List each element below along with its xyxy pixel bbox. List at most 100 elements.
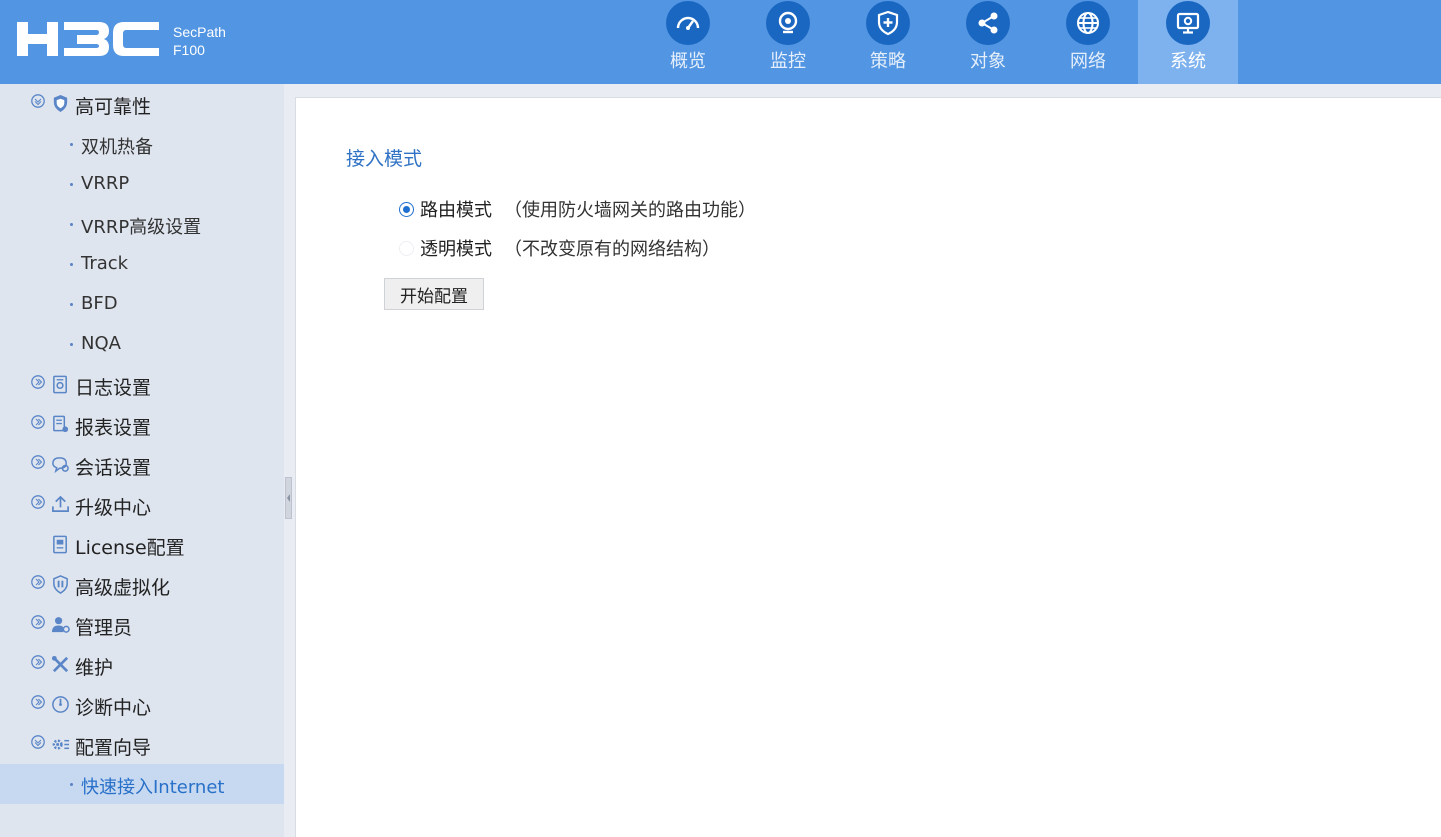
sidebar-item-label: 升级中心 (75, 497, 152, 519)
sidebar-item-diagnostic-center[interactable]: 诊断中心 (0, 685, 284, 725)
wizard-gear-icon (52, 739, 70, 750)
session-settings-icon (52, 457, 69, 474)
admin-icon (51, 617, 70, 633)
sidebar-item-maintenance[interactable]: 维护 (0, 645, 284, 685)
collapse-handle[interactable] (285, 477, 292, 519)
nav-object[interactable]: 对象 (938, 0, 1038, 84)
transparent-mode-radio[interactable] (399, 240, 414, 256)
route-mode-desc: （使用防火墙网关的路由功能） (504, 200, 756, 221)
sidebar-item-label: VRRP高级设置 (81, 217, 202, 238)
sidebar-item-config-wizard[interactable]: 配置向导 (0, 725, 284, 765)
sidebar-item-admin[interactable]: 管理员 (0, 605, 284, 645)
sidebar-item-label: 配置向导 (75, 737, 152, 759)
sidebar-item-label: 会话设置 (75, 457, 152, 479)
transparent-mode-desc: （不改变原有的网络结构） (504, 239, 720, 260)
collapse-icon[interactable] (31, 94, 45, 108)
upload-icon (52, 495, 69, 513)
nav-overview-label: 概览 (670, 51, 706, 72)
sidebar-item-upgrade-center[interactable]: 升级中心 (0, 485, 284, 525)
bullet-icon (70, 223, 73, 226)
nav-network-label: 网络 (1070, 51, 1106, 72)
share-icon (966, 1, 1010, 45)
expand-icon[interactable] (31, 615, 45, 629)
sidebar-item-label: Track (81, 253, 129, 274)
camera-icon (766, 1, 810, 45)
dashboard-icon (666, 1, 710, 45)
sidebar-item-label: 报表设置 (75, 417, 152, 439)
nav-system-label: 系统 (1170, 51, 1206, 72)
route-mode-label: 路由模式 (420, 200, 492, 221)
sidebar-item-hot-standby[interactable]: 双机热备 (0, 124, 284, 164)
product-line-1: SecPath (173, 24, 226, 40)
sidebar-item-label: BFD (81, 293, 118, 314)
sidebar-item-label: 双机热备 (81, 137, 153, 158)
main-nav: 概览 监控 策略 对象 网络 系统 (638, 0, 1238, 84)
sidebar-item-label: 高可靠性 (75, 96, 152, 118)
nav-policy-label: 策略 (870, 51, 906, 72)
tools-icon (51, 655, 69, 673)
bullet-icon (70, 303, 73, 306)
bullet-icon (70, 143, 73, 146)
sidebar-item-label: License配置 (75, 537, 185, 559)
virtualization-icon (53, 575, 68, 594)
product-name: SecPath F100 (173, 23, 226, 59)
sidebar-item-label: 高级虚拟化 (75, 577, 171, 599)
section-title: 接入模式 (346, 148, 423, 170)
bullet-icon (70, 183, 73, 186)
h3c-logo (17, 20, 159, 62)
report-settings-icon (53, 415, 69, 433)
transparent-mode-option[interactable]: 透明模式 （不改变原有的网络结构） (399, 236, 720, 260)
chevron-left-icon (287, 494, 290, 502)
expand-icon[interactable] (31, 575, 45, 589)
transparent-mode-label: 透明模式 (420, 239, 492, 260)
sidebar: 高可靠性 双机热备 VRRP VRRP高级设置 Track BFD NQA 日志… (0, 84, 284, 837)
expand-icon[interactable] (31, 375, 45, 389)
expand-icon[interactable] (31, 455, 45, 469)
sidebar-item-quick-internet[interactable]: 快速接入Internet (0, 764, 284, 804)
sidebar-item-vrrp-advanced[interactable]: VRRP高级设置 (0, 204, 284, 244)
sidebar-item-session-settings[interactable]: 会话设置 (0, 445, 284, 485)
route-mode-option[interactable]: 路由模式 （使用防火墙网关的路由功能） (399, 197, 756, 221)
shield-plus-icon (866, 1, 910, 45)
route-mode-radio[interactable] (399, 201, 414, 217)
sidebar-item-label: 管理员 (75, 617, 133, 639)
sidebar-item-log-settings[interactable]: 日志设置 (0, 365, 284, 405)
sidebar-item-label: VRRP (81, 173, 130, 194)
start-config-button[interactable]: 开始配置 (384, 278, 484, 310)
diagnostic-icon (52, 696, 69, 713)
sidebar-item-high-availability[interactable]: 高可靠性 (0, 84, 284, 124)
sidebar-item-report-settings[interactable]: 报表设置 (0, 405, 284, 445)
license-icon (53, 535, 67, 554)
sidebar-item-virtualization[interactable]: 高级虚拟化 (0, 565, 284, 605)
nav-monitor[interactable]: 监控 (738, 0, 838, 84)
nav-system[interactable]: 系统 (1138, 0, 1238, 84)
sidebar-item-label: 快速接入Internet (81, 777, 225, 798)
sidebar-item-bfd[interactable]: BFD (0, 284, 284, 324)
collapse-icon[interactable] (31, 735, 45, 749)
nav-monitor-label: 监控 (770, 51, 806, 72)
sidebar-splitter[interactable] (284, 84, 295, 837)
nav-network[interactable]: 网络 (1038, 0, 1138, 84)
sidebar-item-track[interactable]: Track (0, 244, 284, 284)
nav-overview[interactable]: 概览 (638, 0, 738, 84)
globe-icon (1066, 1, 1110, 45)
bullet-icon (70, 783, 73, 786)
bullet-icon (70, 263, 73, 266)
sidebar-item-label: NQA (81, 333, 121, 354)
nav-policy[interactable]: 策略 (838, 0, 938, 84)
monitor-gear-icon (1166, 1, 1210, 45)
expand-icon[interactable] (31, 655, 45, 669)
sidebar-item-nqa[interactable]: NQA (0, 324, 284, 364)
shield-icon (53, 94, 68, 113)
product-line-2: F100 (173, 42, 205, 58)
sidebar-item-vrrp[interactable]: VRRP (0, 164, 284, 204)
expand-icon[interactable] (31, 695, 45, 709)
top-header: SecPath F100 概览 监控 策略 对象 网络 系统 (0, 0, 1441, 84)
sidebar-item-license[interactable]: License配置 (0, 525, 284, 565)
nav-object-label: 对象 (970, 51, 1006, 72)
main-panel: 接入模式 路由模式 （使用防火墙网关的路由功能） 透明模式 （不改变原有的网络结… (295, 97, 1441, 837)
sidebar-item-label: 日志设置 (75, 377, 152, 399)
expand-icon[interactable] (31, 495, 45, 509)
bullet-icon (70, 343, 73, 346)
expand-icon[interactable] (31, 415, 45, 429)
